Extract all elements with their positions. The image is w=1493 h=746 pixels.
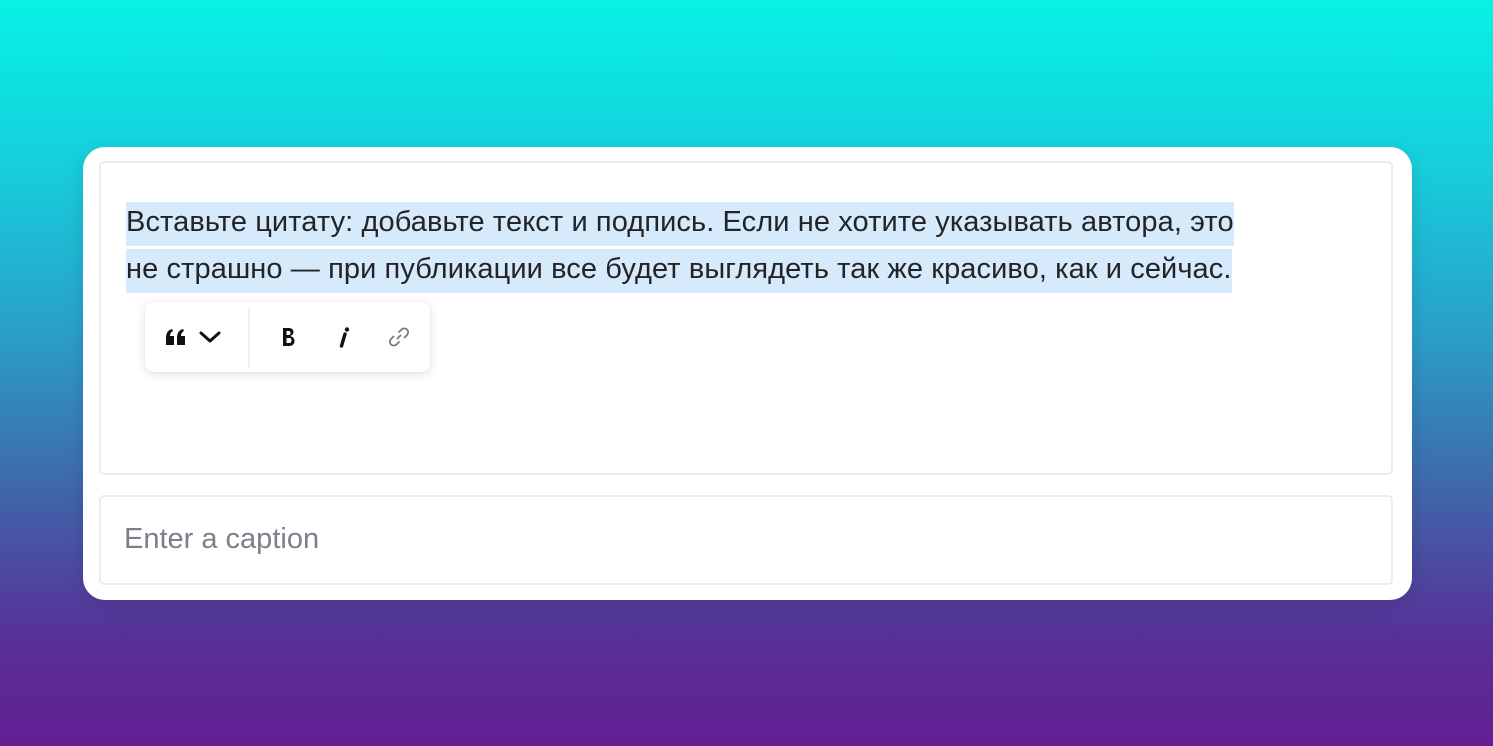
italic-button[interactable] — [327, 319, 361, 355]
italic-icon — [337, 326, 351, 348]
selected-text-line-2[interactable]: не страшно — при публикации все будет вы… — [126, 249, 1232, 293]
bold-button[interactable] — [271, 319, 305, 355]
chevron-down-icon — [199, 330, 221, 344]
selected-text-line-1[interactable]: Вставьте цитату: добавьте текст и подпис… — [126, 202, 1234, 246]
quote-style-dropdown-button[interactable] — [159, 319, 227, 355]
quote-icon — [165, 328, 187, 346]
caption-field-container — [99, 495, 1393, 585]
caption-input[interactable] — [101, 497, 1391, 583]
toolbar-divider — [248, 308, 250, 368]
quote-editor-card: Вставьте цитату: добавьте текст и подпис… — [83, 147, 1412, 600]
quote-text-area[interactable]: Вставьте цитату: добавьте текст и подпис… — [99, 161, 1393, 475]
quote-text[interactable]: Вставьте цитату: добавьте текст и подпис… — [126, 199, 1376, 293]
link-icon — [388, 326, 410, 348]
bold-icon — [280, 326, 296, 348]
link-button[interactable] — [382, 319, 416, 355]
formatting-toolbar — [145, 302, 430, 372]
